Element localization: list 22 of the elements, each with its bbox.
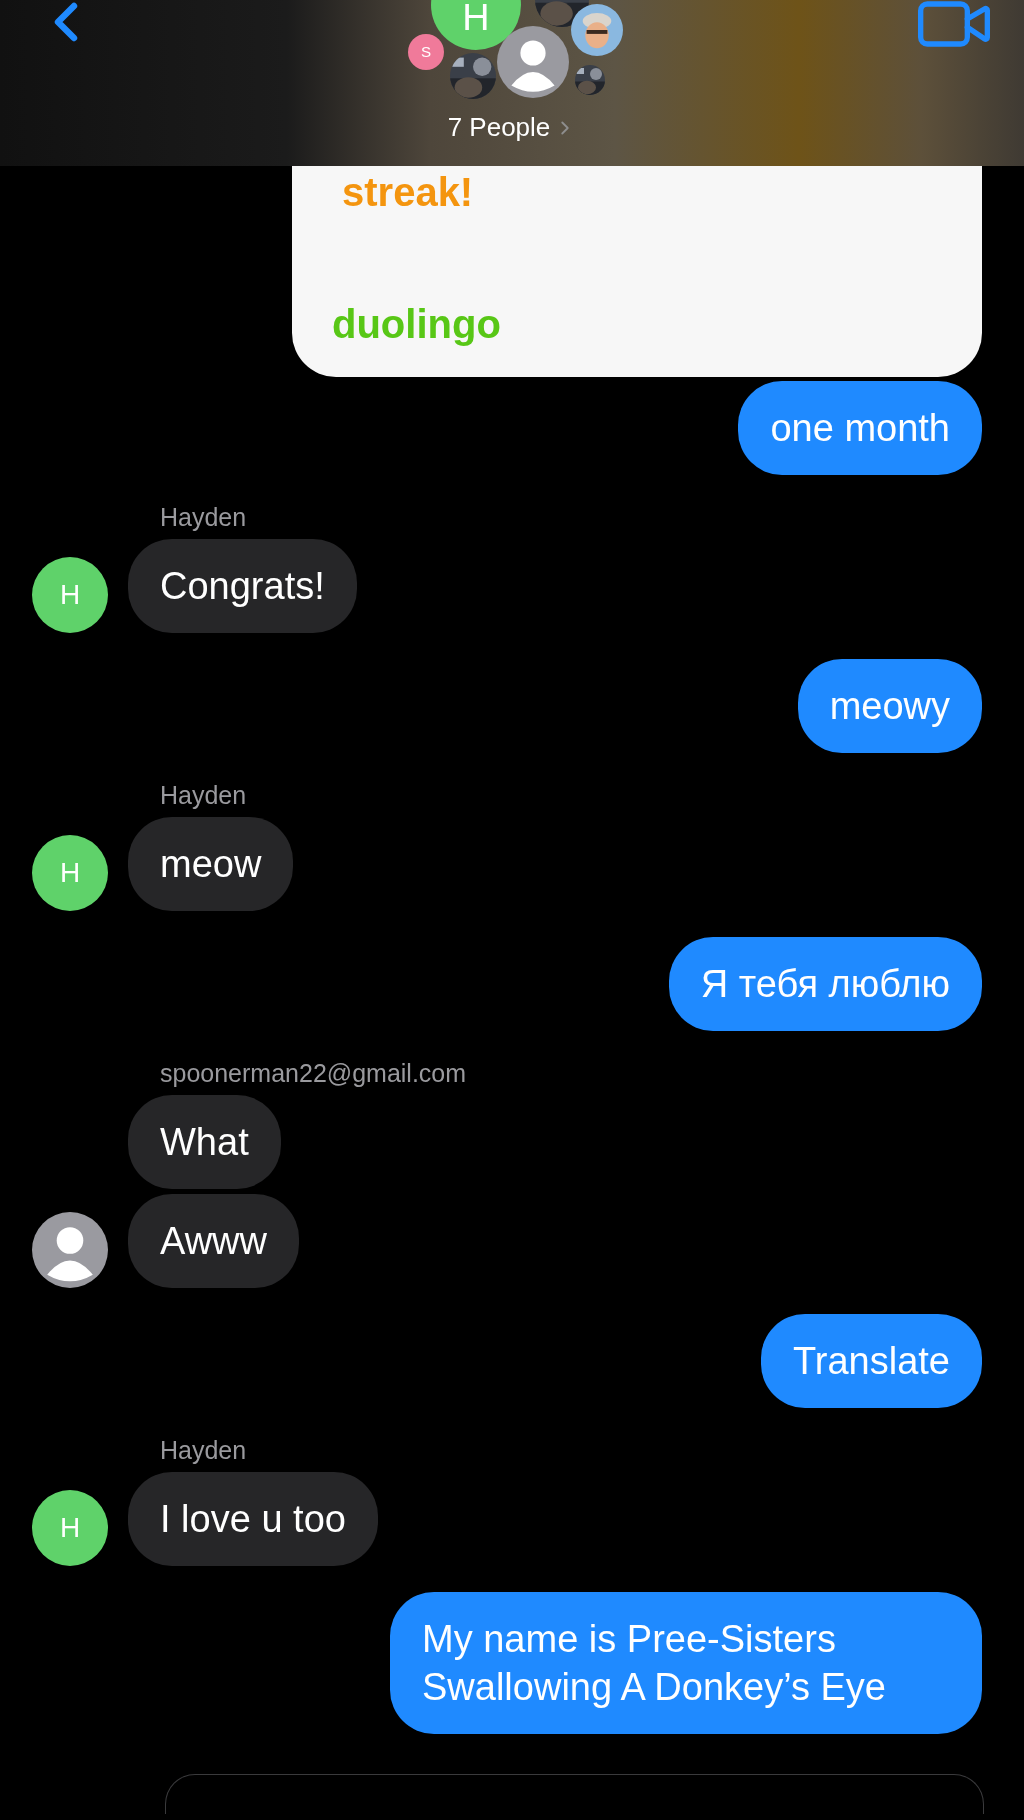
message-bubble: Awww <box>128 1194 299 1288</box>
message-bubble: Congrats! <box>128 539 357 633</box>
message-bubble: meow <box>128 817 294 911</box>
avatar: H <box>32 1490 108 1566</box>
sender-name: Hayden <box>160 780 247 811</box>
brand-logo: duolingo <box>332 301 502 347</box>
group-title[interactable]: 7 People <box>432 108 592 147</box>
card-headline: streak! <box>342 170 475 214</box>
message-bubble: What <box>128 1095 281 1189</box>
avatar: H <box>32 835 108 911</box>
message-bubble: Translate <box>761 1314 982 1408</box>
sender-name: Hayden <box>160 1435 247 1466</box>
message-bubble: Я тебя люблю <box>668 937 982 1031</box>
sender-name: Hayden <box>160 502 247 533</box>
avatar: H <box>32 557 108 633</box>
message-field[interactable] <box>165 1774 984 1814</box>
sender-name: spoonerman22@gmail.com <box>160 1058 467 1089</box>
avatar: S <box>408 34 444 70</box>
message-bubble: one month <box>738 381 982 475</box>
message-bubble: I love u too <box>128 1472 378 1566</box>
message-bubble: meowy <box>797 659 982 753</box>
message-bubble: My name is Pree-Sisters Swallowing A Donkey’s Eye <box>390 1592 982 1734</box>
